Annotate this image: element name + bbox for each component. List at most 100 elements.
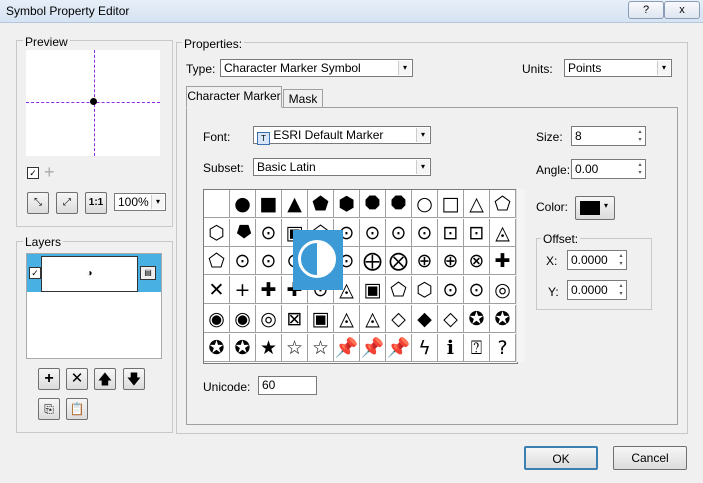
glyph-cell[interactable]: ☆ xyxy=(282,333,308,362)
glyph-cell[interactable]: ◬ xyxy=(334,304,360,333)
add-layer-icon[interactable]: + xyxy=(38,368,60,390)
glyph-cell[interactable]: ✪ xyxy=(204,333,230,362)
glyph-cell[interactable]: ● xyxy=(230,190,256,218)
glyph-cell[interactable]: ■ xyxy=(256,190,282,218)
glyph-cell[interactable] xyxy=(204,190,230,218)
stepper-icon[interactable]: ▴ ▾ xyxy=(617,282,625,298)
glyph-cell[interactable]: △ xyxy=(464,190,490,218)
glyph-cell[interactable]: ▣ xyxy=(308,304,334,333)
glyph-cell[interactable]: ◎ xyxy=(490,276,516,305)
glyph-cell[interactable]: ⊙ xyxy=(386,218,412,247)
glyph-cell[interactable]: ✚ xyxy=(256,276,282,305)
glyph-cell[interactable]: ⬡ xyxy=(412,276,438,305)
font-select[interactable]: T ESRI Default Marker ▾ xyxy=(253,126,431,145)
close-button[interactable]: x xyxy=(664,1,700,19)
glyph-cell[interactable]: ◬ xyxy=(360,304,386,333)
actual-size-icon[interactable]: 1:1 xyxy=(85,192,107,214)
glyph-grid-scrollbar[interactable] xyxy=(516,189,525,362)
ok-button[interactable]: OK xyxy=(524,446,598,470)
glyph-cell[interactable]: ☆ xyxy=(308,333,334,362)
glyph-cell[interactable]: ⊡ xyxy=(464,218,490,247)
units-select[interactable]: Points ▾ xyxy=(564,59,672,77)
stepper-icon[interactable]: ▴ ▾ xyxy=(636,161,644,177)
glyph-cell[interactable]: ⬠ xyxy=(490,190,516,218)
glyph-cell[interactable]: ▣ xyxy=(360,276,386,305)
glyph-cell[interactable]: ◉ xyxy=(204,304,230,333)
help-button[interactable]: ? xyxy=(628,1,664,19)
stepper-icon[interactable]: ▴ ▾ xyxy=(617,252,625,268)
zoom-in-icon[interactable]: ⤡ xyxy=(27,192,49,214)
glyph-cell[interactable]: ✕ xyxy=(204,276,230,305)
glyph-cell[interactable]: ✪ xyxy=(490,304,516,333)
glyph-cell[interactable]: ◇ xyxy=(438,304,464,333)
glyph-cell[interactable]: 📌 xyxy=(334,333,360,362)
glyph-cell[interactable]: ▲ xyxy=(282,190,308,218)
delete-layer-icon[interactable]: ✕ xyxy=(66,368,88,390)
tab-mask[interactable]: Mask xyxy=(283,89,323,108)
glyph-cell[interactable]: ⊗ xyxy=(464,247,490,276)
glyph-cell[interactable]: ⨂ xyxy=(386,247,412,276)
glyph-cell[interactable]: ⊙ xyxy=(230,247,256,276)
glyph-cell[interactable]: ⊕ xyxy=(412,247,438,276)
tab-character-marker[interactable]: Character Marker xyxy=(186,86,282,108)
glyph-cell[interactable]: ⨁ xyxy=(360,247,386,276)
glyph-cell[interactable]: ◬ xyxy=(490,218,516,247)
glyph-cell[interactable]: 📌 xyxy=(386,333,412,362)
glyph-cell[interactable]: ⊙ xyxy=(256,218,282,247)
glyph-cell[interactable]: ⊙ xyxy=(438,276,464,305)
layer-checkbox[interactable]: ✓ xyxy=(29,267,41,279)
glyph-cell[interactable]: ϟ xyxy=(412,333,438,362)
glyph-cell[interactable]: ⯃ xyxy=(360,190,386,218)
glyph-cell[interactable]: ✪ xyxy=(464,304,490,333)
glyph-cell[interactable]: ? xyxy=(490,333,516,362)
move-down-icon[interactable]: 🡇 xyxy=(123,368,145,390)
offset-y-input[interactable]: 0.0000 ▴ ▾ xyxy=(567,280,627,300)
glyph-cell[interactable]: ⊠ xyxy=(282,304,308,333)
glyph-cell[interactable]: + xyxy=(230,276,256,305)
move-up-icon[interactable]: 🡅 xyxy=(94,368,116,390)
glyph-cell[interactable]: ◎ xyxy=(256,304,282,333)
glyph-cell[interactable]: ⬠ xyxy=(386,276,412,305)
glyph-cell[interactable]: ℹ xyxy=(438,333,464,362)
offset-x-input[interactable]: 0.0000 ▴ ▾ xyxy=(567,250,627,270)
glyph-cell[interactable]: ◉ xyxy=(230,304,256,333)
unicode-input[interactable]: 60 xyxy=(258,376,317,395)
glyph-cell[interactable]: ⊡ xyxy=(438,218,464,247)
glyph-cell[interactable]: ✚ xyxy=(490,247,516,276)
type-select[interactable]: Character Marker Symbol ▾ xyxy=(220,59,413,77)
paste-icon[interactable]: 📋 xyxy=(66,398,88,420)
glyph-cell[interactable]: ⬢ xyxy=(334,190,360,218)
glyph-cell[interactable]: ⬡ xyxy=(204,218,230,247)
glyph-cell[interactable]: ⬠ xyxy=(204,247,230,276)
glyph-cell[interactable]: ◆ xyxy=(412,304,438,333)
glyph-cell[interactable]: ★ xyxy=(256,333,282,362)
layer-properties-icon[interactable]: ▤ xyxy=(140,266,156,280)
glyph-cell[interactable]: ◇ xyxy=(386,304,412,333)
stepper-icon[interactable]: ▴ ▾ xyxy=(636,128,644,144)
glyph-cell[interactable]: ⊙ xyxy=(256,247,282,276)
subset-select[interactable]: Basic Latin ▾ xyxy=(253,158,431,176)
zoom-out-icon[interactable]: ⤢ xyxy=(56,192,78,214)
color-picker[interactable]: ▾ xyxy=(575,196,615,220)
glyph-cell[interactable]: ⍰ xyxy=(464,333,490,362)
layer-row[interactable]: ✓ ◑ ▤ xyxy=(27,254,161,292)
glyph-cell[interactable]: ⊙ xyxy=(360,218,386,247)
glyph-cell[interactable]: ⊙ xyxy=(412,218,438,247)
glyph-cell[interactable]: □ xyxy=(438,190,464,218)
zoom-select[interactable]: 100% ▾ xyxy=(114,193,166,211)
glyph-cell[interactable]: ⊕ xyxy=(438,247,464,276)
copy-icon[interactable]: ⎘ xyxy=(38,398,60,420)
preview-label: Preview xyxy=(23,35,70,49)
preview-checkbox[interactable]: ✓ xyxy=(27,167,39,179)
glyph-cell[interactable]: ⯂ xyxy=(230,218,256,247)
glyph-cell[interactable]: ⊙ xyxy=(464,276,490,305)
angle-input[interactable]: 0.00 ▴ ▾ xyxy=(571,159,646,179)
cancel-button[interactable]: Cancel xyxy=(613,446,687,470)
glyph-cell[interactable]: ○ xyxy=(412,190,438,218)
glyph-cell[interactable]: ⬟ xyxy=(308,190,334,218)
glyph-cell[interactable]: ✪ xyxy=(230,333,256,362)
glyph-cell[interactable]: 📌 xyxy=(360,333,386,362)
glyph-grid[interactable]: ●■▲⬟⬢⯃⯃○□△⬠⬡⯂⊙▣⬠⊙⊙⊙⊙⊡⊡◬⬠⊙⊙⊙⊙⊙⨁⨂⊕⊕⊗✚✕+✚✚⊙… xyxy=(203,189,518,364)
glyph-cell[interactable]: ⯃ xyxy=(386,190,412,218)
size-input[interactable]: 8 ▴ ▾ xyxy=(571,126,646,146)
